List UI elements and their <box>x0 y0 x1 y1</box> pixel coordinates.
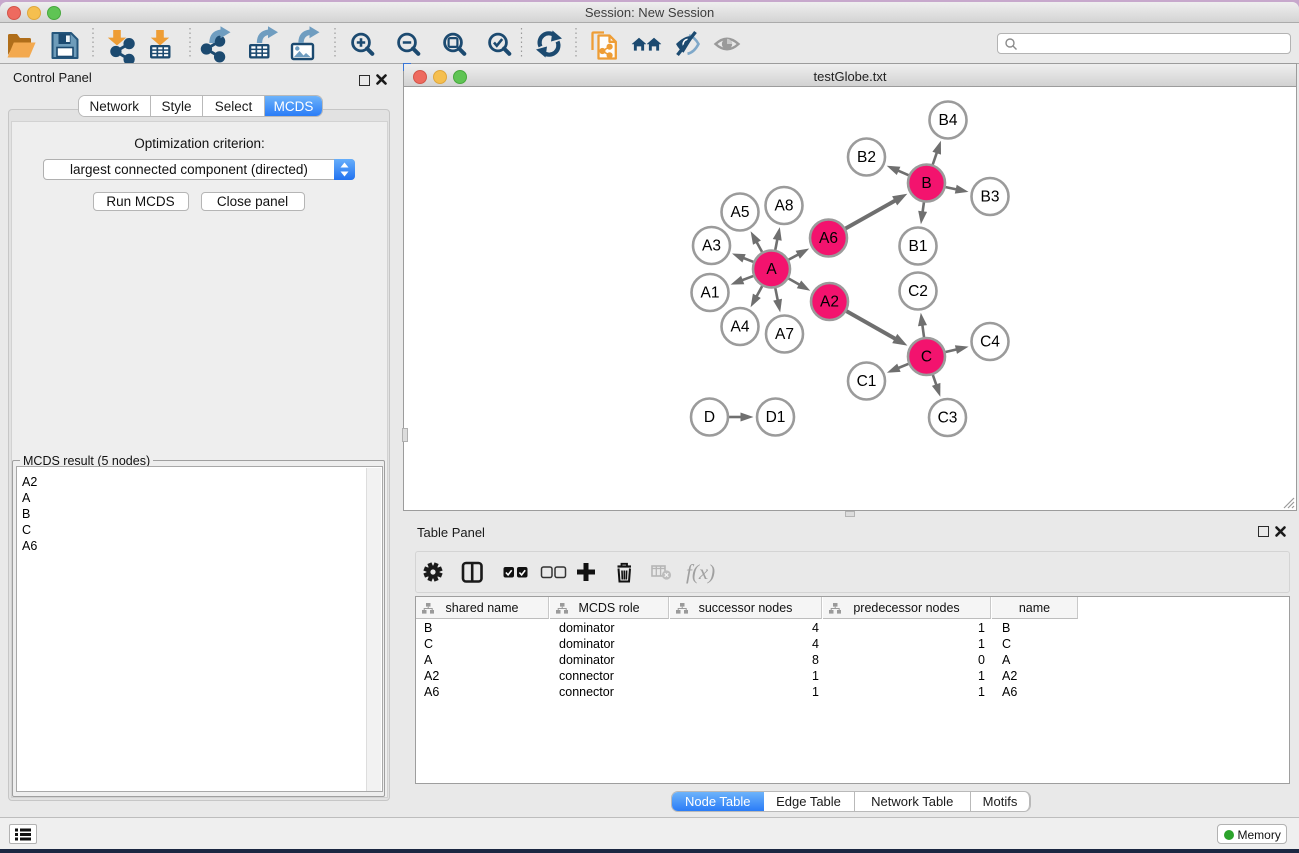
svg-text:A8: A8 <box>775 198 794 215</box>
svg-text:D: D <box>704 409 715 426</box>
svg-text:f(x): f(x) <box>686 560 715 584</box>
svg-text:A5: A5 <box>731 204 750 221</box>
svg-text:C1: C1 <box>857 373 877 390</box>
svg-text:A2: A2 <box>820 294 839 311</box>
svg-text:A1: A1 <box>701 285 720 302</box>
svg-text:B1: B1 <box>909 238 928 255</box>
svg-text:A: A <box>766 261 777 278</box>
svg-text:C3: C3 <box>938 410 958 427</box>
svg-text:B: B <box>921 175 931 192</box>
svg-text:A7: A7 <box>775 326 794 343</box>
svg-text:C4: C4 <box>980 334 1000 351</box>
svg-text:D1: D1 <box>766 409 786 426</box>
svg-text:B2: B2 <box>857 149 876 166</box>
svg-text:A6: A6 <box>819 230 838 247</box>
svg-text:A3: A3 <box>702 238 721 255</box>
svg-text:B3: B3 <box>981 189 1000 206</box>
svg-text:C: C <box>921 349 932 366</box>
svg-text:B4: B4 <box>939 112 958 129</box>
svg-text:A4: A4 <box>731 319 750 336</box>
svg-text:C2: C2 <box>908 283 928 300</box>
